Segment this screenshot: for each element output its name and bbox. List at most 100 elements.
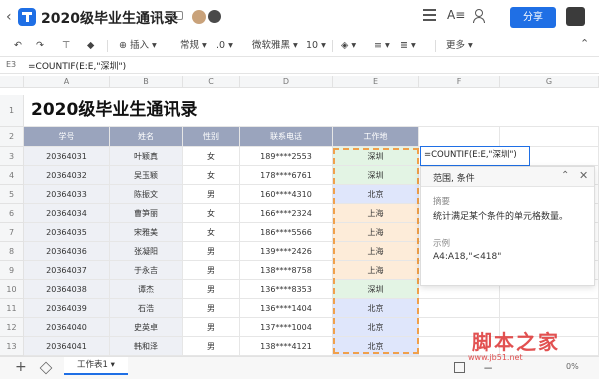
chevron-up-icon[interactable]: ⌃ xyxy=(561,170,569,181)
table-cell[interactable]: 166****2324 xyxy=(240,204,333,223)
table-cell[interactable]: 曹笋丽 xyxy=(110,204,183,223)
table-cell[interactable]: 女 xyxy=(183,204,240,223)
table-cell[interactable]: 女 xyxy=(183,166,240,185)
fill-color-icon[interactable]: ◈ ▾ xyxy=(341,38,356,53)
table-cell[interactable]: 叶颖真 xyxy=(110,147,183,166)
table-header-cell[interactable]: 性别 xyxy=(183,127,240,147)
work-location-cell[interactable]: 上海 xyxy=(333,242,419,261)
cell[interactable] xyxy=(419,127,500,147)
table-cell[interactable]: 186****5566 xyxy=(240,223,333,242)
table-cell[interactable]: 男 xyxy=(183,280,240,299)
table-cell[interactable]: 于永吉 xyxy=(110,261,183,280)
table-cell[interactable]: 189****2553 xyxy=(240,147,333,166)
table-cell[interactable]: 男 xyxy=(183,299,240,318)
table-cell[interactable]: 韩和泽 xyxy=(110,337,183,356)
row-header[interactable]: 7 xyxy=(0,223,24,242)
work-location-cell[interactable]: 北京 xyxy=(333,299,419,318)
column-header[interactable]: A xyxy=(24,76,110,88)
row-header[interactable]: 4 xyxy=(0,166,24,185)
zoom-out-icon[interactable]: − xyxy=(483,361,493,375)
row-header[interactable]: 11 xyxy=(0,299,24,318)
cell-editor[interactable]: =COUNTIF(E:E,"深圳") xyxy=(420,146,530,166)
table-cell[interactable]: 20364039 xyxy=(24,299,110,318)
cell[interactable] xyxy=(419,299,500,318)
redo-icon[interactable]: ↷ xyxy=(36,38,44,53)
table-cell[interactable]: 136****8353 xyxy=(240,280,333,299)
row-header[interactable]: 5 xyxy=(0,185,24,204)
row-header[interactable]: 10 xyxy=(0,280,24,299)
cell[interactable] xyxy=(333,95,419,127)
collaborator-avatar[interactable] xyxy=(192,10,206,24)
view-icon[interactable] xyxy=(454,362,465,373)
table-cell[interactable]: 20364035 xyxy=(24,223,110,242)
work-location-cell[interactable]: 北京 xyxy=(333,337,419,356)
align-icon[interactable]: ≣ ▾ xyxy=(400,38,416,53)
folder-icon[interactable] xyxy=(172,11,183,20)
table-cell[interactable]: 男 xyxy=(183,337,240,356)
collaborator-avatar[interactable] xyxy=(208,10,221,23)
table-cell[interactable]: 石浩 xyxy=(110,299,183,318)
work-location-cell[interactable]: 深圳 xyxy=(333,147,419,166)
table-cell[interactable]: 160****4310 xyxy=(240,185,333,204)
table-cell[interactable]: 20364041 xyxy=(24,337,110,356)
table-header-cell[interactable]: 姓名 xyxy=(110,127,183,147)
column-header[interactable]: E xyxy=(333,76,419,88)
table-cell[interactable]: 138****8758 xyxy=(240,261,333,280)
row-header[interactable]: 3 xyxy=(0,147,24,166)
table-header-cell[interactable]: 联系电话 xyxy=(240,127,333,147)
table-cell[interactable]: 陈振文 xyxy=(110,185,183,204)
work-location-cell[interactable]: 北京 xyxy=(333,185,419,204)
table-cell[interactable]: 20364031 xyxy=(24,147,110,166)
table-cell[interactable]: 138****4121 xyxy=(240,337,333,356)
insert-menu[interactable]: ⊕ 插入 ▾ xyxy=(119,38,157,53)
number-format-select[interactable]: 常规 ▾ xyxy=(180,38,207,53)
work-location-cell[interactable]: 深圳 xyxy=(333,166,419,185)
undo-icon[interactable]: ↶ xyxy=(14,38,22,53)
table-cell[interactable]: 20364038 xyxy=(24,280,110,299)
table-cell[interactable]: 男 xyxy=(183,261,240,280)
table-cell[interactable]: 139****2426 xyxy=(240,242,333,261)
table-cell[interactable]: 谭杰 xyxy=(110,280,183,299)
work-location-cell[interactable]: 上海 xyxy=(333,204,419,223)
eraser-icon[interactable]: ◆ xyxy=(87,38,94,53)
row-header[interactable]: 12 xyxy=(0,318,24,337)
table-cell[interactable]: 136****1404 xyxy=(240,299,333,318)
table-cell[interactable]: 男 xyxy=(183,185,240,204)
cell[interactable] xyxy=(419,95,500,127)
table-cell[interactable]: 20364032 xyxy=(24,166,110,185)
add-sheet-icon[interactable]: + xyxy=(15,359,27,375)
column-header[interactable]: C xyxy=(183,76,240,88)
collapse-icon[interactable]: ⌃ xyxy=(580,37,589,50)
table-cell[interactable]: 20364034 xyxy=(24,204,110,223)
menu-icon[interactable] xyxy=(423,9,436,21)
table-cell[interactable]: 男 xyxy=(183,242,240,261)
cell[interactable] xyxy=(500,127,599,147)
row-header[interactable]: 2 xyxy=(0,127,24,147)
column-header[interactable]: F xyxy=(419,76,500,88)
table-cell[interactable]: 男 xyxy=(183,318,240,337)
layers-icon[interactable] xyxy=(39,361,53,375)
row-header[interactable]: 9 xyxy=(0,261,24,280)
table-cell[interactable]: 20364040 xyxy=(24,318,110,337)
table-header-cell[interactable]: 学号 xyxy=(24,127,110,147)
table-cell[interactable]: 20364033 xyxy=(24,185,110,204)
row-header[interactable]: 1 xyxy=(0,95,24,127)
table-cell[interactable]: 张凝阳 xyxy=(110,242,183,261)
star-icon[interactable]: ☆ xyxy=(153,9,164,23)
decimal-select[interactable]: .0 ▾ xyxy=(216,38,233,53)
work-location-cell[interactable]: 深圳 xyxy=(333,280,419,299)
column-header[interactable]: B xyxy=(110,76,183,88)
row-header[interactable]: 8 xyxy=(0,242,24,261)
format-painter-icon[interactable]: ⊤ xyxy=(62,38,70,53)
sheet-tab[interactable]: 工作表1 ▾ xyxy=(64,357,128,375)
text-wrap-icon[interactable]: ≡ ▾ xyxy=(374,38,390,53)
table-cell[interactable]: 女 xyxy=(183,147,240,166)
work-location-cell[interactable]: 上海 xyxy=(333,261,419,280)
font-size-select[interactable]: 10 ▾ xyxy=(306,38,326,53)
column-header[interactable]: D xyxy=(240,76,333,88)
cell[interactable] xyxy=(500,299,599,318)
close-icon[interactable]: ✕ xyxy=(579,169,588,182)
table-cell[interactable]: 178****6761 xyxy=(240,166,333,185)
sheet-title[interactable]: 2020级毕业生通讯录 xyxy=(31,95,197,120)
cell[interactable] xyxy=(500,95,599,127)
